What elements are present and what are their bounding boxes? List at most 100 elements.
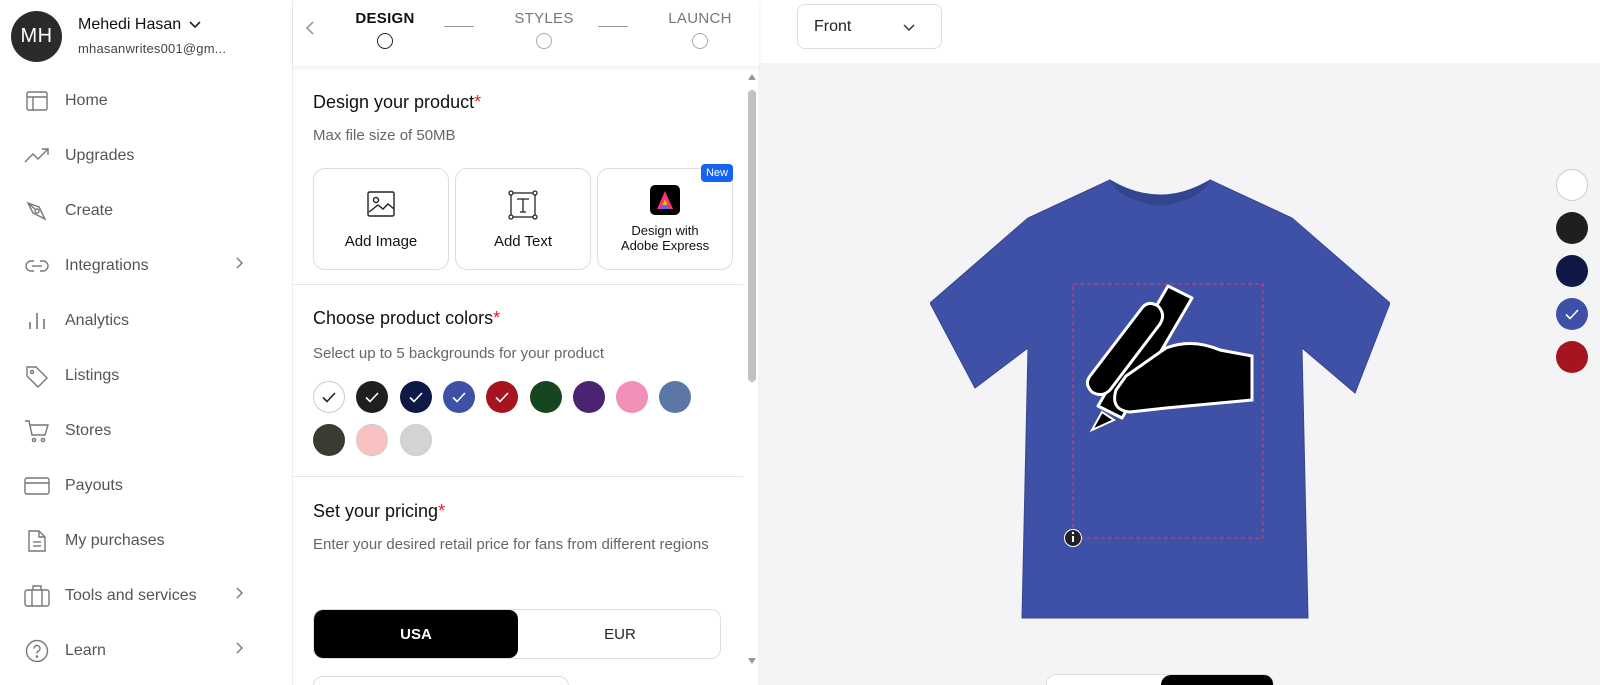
user-email: mhasanwrites001@gm...: [78, 41, 227, 56]
sidebar-item-upgrades[interactable]: Upgrades: [0, 128, 292, 183]
design-scroll-area: Design your product* Max file size of 50…: [293, 66, 743, 685]
design-with-adobe-express-button[interactable]: New Design with Adobe Express: [597, 164, 733, 270]
step-connector: [444, 26, 474, 27]
preview-color-swatch[interactable]: [1556, 341, 1588, 373]
color-swatch[interactable]: [399, 381, 432, 413]
checkmark-icon: [409, 391, 423, 403]
add-text-button[interactable]: Add Text: [455, 168, 591, 270]
color-swatch[interactable]: [313, 381, 345, 413]
user-name: Mehedi Hasan: [78, 16, 182, 33]
price-input-field[interactable]: [313, 676, 569, 685]
section-title-text: Set your pricing: [313, 501, 439, 521]
new-badge: New: [700, 164, 733, 182]
pricing-section-subtitle: Enter your desired retail price for fans…: [313, 536, 709, 553]
step-label: LAUNCH: [668, 10, 732, 27]
preview-color-swatch[interactable]: [1556, 255, 1588, 287]
sidebar-item-payouts[interactable]: Payouts: [0, 458, 292, 513]
sidebar-item-create[interactable]: Create: [0, 183, 292, 238]
step-styles[interactable]: STYLES: [494, 10, 594, 49]
sidebar-item-label: Home: [65, 91, 108, 109]
color-swatch[interactable]: [442, 381, 475, 413]
adobe-express-label-line1: Design with: [631, 223, 699, 238]
view-select-value: Front: [814, 17, 852, 35]
preview-color-swatch[interactable]: [1556, 298, 1588, 330]
link-icon: [24, 253, 50, 279]
preview-bottom-toggle[interactable]: [1046, 674, 1274, 685]
info-icon[interactable]: [1064, 529, 1082, 547]
color-swatch[interactable]: [572, 381, 605, 413]
scroll-down-arrow-icon[interactable]: [748, 658, 756, 664]
step-indicator: [536, 33, 552, 49]
adobe-express-label-line2: Adobe Express: [620, 238, 710, 253]
design-section-subtitle: Max file size of 50MB: [313, 127, 456, 144]
add-image-button[interactable]: Add Image: [313, 168, 449, 270]
sidebar-item-label: Integrations: [65, 256, 149, 274]
sidebar-item-label: Upgrades: [65, 146, 135, 164]
color-swatch[interactable]: [529, 381, 562, 413]
scroll-thumb[interactable]: [748, 90, 756, 382]
product-preview: Front: [758, 0, 1600, 685]
sidebar-item-label: Analytics: [65, 311, 130, 329]
currency-eur-button[interactable]: EUR: [518, 610, 720, 658]
sidebar-item-listings[interactable]: Listings: [0, 348, 292, 403]
sidebar-item-home[interactable]: Home: [0, 73, 292, 128]
back-arrow-icon[interactable]: [305, 18, 315, 38]
sidebar-item-stores[interactable]: Stores: [0, 403, 292, 458]
view-select[interactable]: Front: [797, 4, 942, 49]
checkmark-icon: [1565, 308, 1579, 320]
avatar[interactable]: MH: [11, 11, 62, 62]
sidebar-item-label: My purchases: [65, 531, 165, 549]
checkmark-icon: [365, 391, 379, 403]
color-swatch[interactable]: [356, 381, 389, 413]
step-label: DESIGN: [355, 10, 415, 27]
color-swatch[interactable]: [399, 424, 432, 456]
step-indicator: [692, 33, 708, 49]
color-swatch[interactable]: [486, 381, 519, 413]
required-marker: *: [474, 92, 482, 112]
sidebar-item-label: Payouts: [65, 476, 123, 494]
section-title-text: Design your product: [313, 92, 475, 112]
chevron-right-icon: [236, 587, 243, 599]
step-indicator: [377, 33, 393, 49]
sidebar-item-label: Create: [65, 201, 114, 219]
color-swatch[interactable]: [659, 381, 692, 413]
pricing-section-title: Set your pricing*: [313, 501, 445, 522]
chevron-down-icon: [903, 24, 915, 32]
section-divider: [293, 476, 743, 477]
panel-scrollbar[interactable]: [745, 72, 759, 685]
sidebar-item-label: Learn: [65, 641, 106, 659]
design-panel: DESIGN STYLES LAUNCH Design your product…: [292, 0, 759, 685]
currency-usa-button[interactable]: USA: [314, 610, 518, 658]
sidebar-item-learn[interactable]: Learn: [0, 623, 292, 678]
adobe-express-icon: [598, 185, 732, 215]
sidebar-nav: Home Upgrades Create Integrations Analyt…: [0, 73, 292, 678]
design-section-title: Design your product*: [313, 92, 481, 113]
required-marker: *: [493, 308, 501, 328]
sidebar-item-integrations[interactable]: Integrations: [0, 238, 292, 293]
sidebar-item-my-purchases[interactable]: My purchases: [0, 513, 292, 568]
add-text-label: Add Text: [493, 233, 553, 250]
user-profile[interactable]: MH Mehedi Hasan mhasanwrites001@gm...: [11, 11, 226, 62]
cart-icon: [24, 418, 50, 444]
credit-card-icon: [24, 473, 50, 499]
required-marker: *: [438, 501, 446, 521]
chevron-down-icon[interactable]: [189, 21, 201, 29]
checkmark-icon: [322, 391, 336, 403]
sidebar-item-tools-and-services[interactable]: Tools and services: [0, 568, 292, 623]
sidebar-item-label: Tools and services: [65, 586, 197, 604]
color-swatch[interactable]: [356, 424, 389, 456]
step-design[interactable]: DESIGN: [335, 10, 435, 49]
user-name-row[interactable]: Mehedi Hasan: [78, 16, 226, 34]
tshirt-mockup: [930, 179, 1390, 619]
color-swatch[interactable]: [313, 424, 345, 456]
checkmark-icon: [495, 391, 509, 403]
preview-color-swatch[interactable]: [1556, 169, 1588, 201]
sidebar-item-analytics[interactable]: Analytics: [0, 293, 292, 348]
preview-color-swatch[interactable]: [1556, 212, 1588, 244]
preview-bottom-toggle-active[interactable]: [1161, 675, 1273, 685]
color-swatch[interactable]: [616, 381, 649, 413]
step-connector: [598, 26, 628, 27]
tag-icon: [24, 363, 50, 389]
step-launch[interactable]: LAUNCH: [650, 10, 750, 49]
scroll-up-arrow-icon[interactable]: [748, 74, 756, 80]
